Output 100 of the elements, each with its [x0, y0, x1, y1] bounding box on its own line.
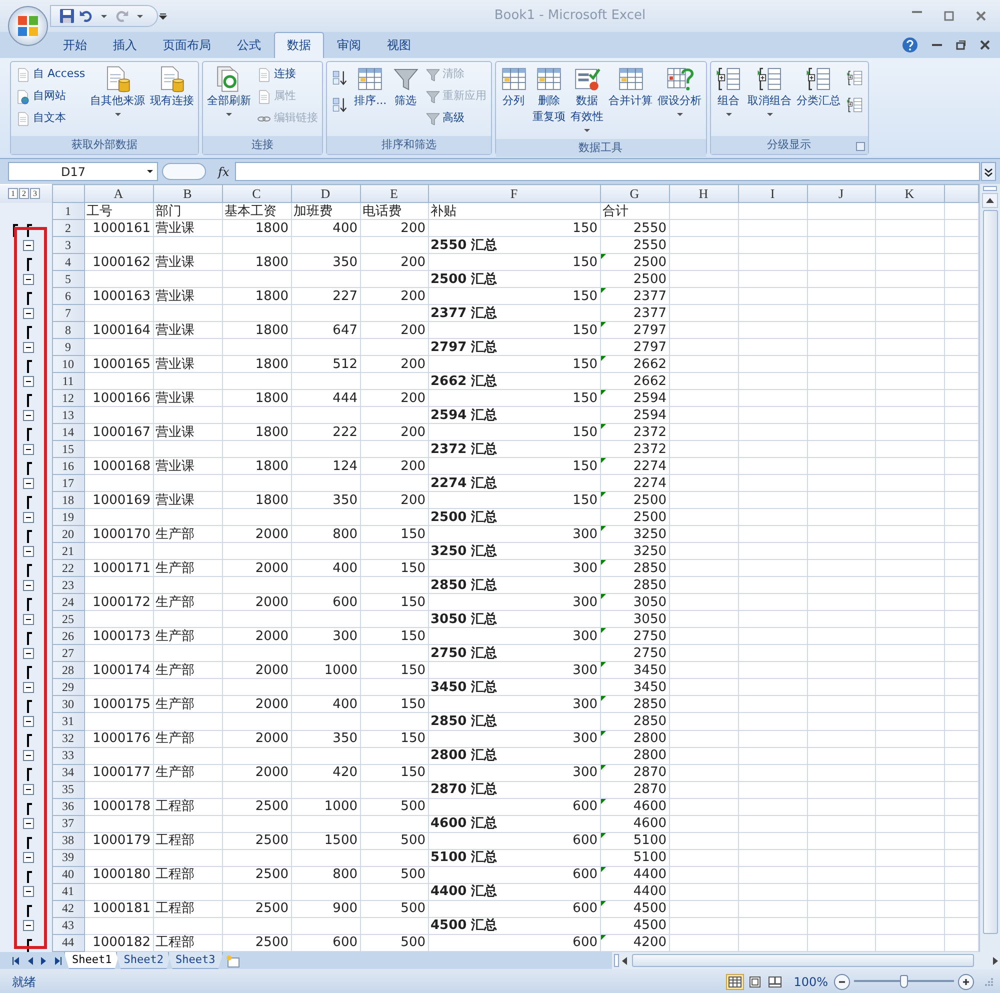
collapse-button[interactable]	[23, 716, 34, 727]
ribbon-tab[interactable]: 数据	[274, 32, 324, 58]
row-header[interactable]: 4	[52, 254, 84, 271]
row-header[interactable]: 6	[52, 288, 84, 305]
name-box[interactable]: D17	[8, 162, 158, 181]
row-header[interactable]: 24	[52, 594, 84, 611]
row-header[interactable]: 11	[52, 372, 84, 390]
ribbon-tab[interactable]: 页面布局	[150, 32, 224, 58]
collapse-button[interactable]	[23, 784, 34, 796]
outline-level-button[interactable]: 2	[19, 188, 29, 199]
row-header[interactable]: 5	[52, 270, 84, 288]
ribbon-button[interactable]: 组合	[712, 64, 745, 121]
expand-formula-button[interactable]	[981, 162, 996, 181]
collapse-button[interactable]	[23, 376, 34, 387]
collapse-button[interactable]	[23, 546, 34, 557]
row-header[interactable]: 10	[52, 356, 84, 373]
column-header[interactable]: E	[360, 184, 428, 203]
row-header[interactable]: 3	[52, 236, 84, 254]
row-header[interactable]: 22	[52, 560, 84, 577]
collapse-button[interactable]	[23, 580, 34, 591]
row-header[interactable]: 29	[52, 678, 84, 696]
row-header[interactable]: 21	[52, 542, 84, 560]
collapse-button[interactable]	[23, 240, 34, 251]
row-header[interactable]: 14	[52, 424, 84, 441]
collapse-button[interactable]	[23, 852, 34, 864]
sheet-tab[interactable]: Sheet3	[168, 952, 224, 969]
column-header[interactable]: J	[807, 184, 875, 203]
row-header[interactable]: 20	[52, 526, 84, 543]
row-header[interactable]: 25	[52, 610, 84, 628]
scroll-thumb[interactable]	[632, 954, 974, 967]
row-header[interactable]: 37	[52, 815, 84, 832]
scroll-thumb[interactable]	[982, 210, 998, 934]
split-handle[interactable]	[983, 186, 997, 191]
row-header[interactable]: 40	[52, 866, 84, 884]
ribbon-button[interactable]: 排序...	[352, 64, 389, 110]
row-header[interactable]: 32	[52, 730, 84, 748]
ribbon-button[interactable]: 自文本	[13, 108, 88, 129]
zoom-level[interactable]: 100%	[794, 972, 828, 990]
collapse-button[interactable]	[23, 444, 34, 455]
collapse-button[interactable]	[23, 342, 34, 353]
column-header[interactable]: B	[153, 184, 222, 203]
collapse-button[interactable]	[23, 648, 34, 659]
insert-function-button[interactable]: fx	[218, 162, 230, 180]
slider-thumb[interactable]	[900, 975, 908, 988]
row-header[interactable]: 13	[52, 406, 84, 424]
column-header[interactable]: H	[669, 184, 738, 203]
collapse-button[interactable]	[23, 886, 34, 898]
ribbon-tab[interactable]: 开始	[50, 32, 100, 58]
column-header[interactable]: A	[84, 184, 153, 203]
collapse-button[interactable]	[23, 512, 34, 523]
ribbon-button[interactable]: 现有连接	[148, 64, 196, 110]
row-header[interactable]: 31	[52, 712, 84, 730]
row-header[interactable]: 44	[52, 934, 84, 952]
ribbon-button[interactable]: 全部刷新	[205, 64, 254, 121]
row-header[interactable]: 36	[52, 798, 84, 816]
ribbon-button[interactable]: 筛选	[390, 64, 422, 110]
ribbon-button[interactable]: 取消组合	[746, 64, 794, 121]
scroll-up-button[interactable]	[982, 193, 998, 208]
collapse-button[interactable]	[23, 410, 34, 421]
row-header[interactable]: 9	[52, 338, 84, 356]
row-header[interactable]: 7	[52, 304, 84, 322]
row-header[interactable]: 30	[52, 696, 84, 713]
row-header[interactable]: 35	[52, 781, 84, 798]
row-header[interactable]: 38	[52, 832, 84, 850]
ribbon-button[interactable]: 合并计算	[606, 64, 655, 110]
row-header[interactable]: 39	[52, 849, 84, 866]
row-header[interactable]: 41	[52, 883, 84, 900]
view-button[interactable]	[766, 974, 784, 990]
collapse-button[interactable]	[23, 682, 34, 693]
ribbon-button[interactable]: 分列	[498, 64, 530, 110]
ribbon-button[interactable]: 自 Access	[13, 64, 88, 85]
split-handle[interactable]	[614, 954, 619, 967]
row-header[interactable]: 18	[52, 492, 84, 509]
row-header[interactable]: 16	[52, 458, 84, 475]
collapse-button[interactable]	[23, 478, 34, 489]
collapse-button[interactable]	[23, 614, 34, 625]
row-header[interactable]: 43	[52, 917, 84, 934]
column-header[interactable]: F	[428, 184, 600, 203]
collapse-button[interactable]	[23, 274, 34, 285]
row-header[interactable]: 8	[52, 322, 84, 339]
row-header[interactable]: 1	[52, 202, 84, 220]
row-header[interactable]: 34	[52, 764, 84, 782]
ribbon-button[interactable]: 假设分析	[656, 64, 704, 121]
row-header[interactable]: 17	[52, 474, 84, 492]
row-header[interactable]: 2	[52, 220, 84, 237]
ribbon-tab[interactable]: 审阅	[324, 32, 374, 58]
collapse-button[interactable]	[23, 750, 34, 762]
ribbon-button[interactable]: 数据 有效性	[568, 64, 606, 137]
row-header[interactable]: 12	[52, 390, 84, 407]
row-header[interactable]: 33	[52, 747, 84, 764]
column-header[interactable]: C	[222, 184, 291, 203]
row-header[interactable]: 27	[52, 644, 84, 662]
zoom-in-button[interactable]	[958, 974, 974, 990]
zoom-out-button[interactable]	[834, 974, 850, 990]
row-header[interactable]: 42	[52, 900, 84, 918]
row-header[interactable]: 19	[52, 508, 84, 526]
row-header[interactable]: 26	[52, 628, 84, 645]
column-header[interactable]: I	[738, 184, 807, 203]
collapse-button[interactable]	[23, 920, 34, 932]
column-header[interactable]: K	[875, 184, 944, 203]
